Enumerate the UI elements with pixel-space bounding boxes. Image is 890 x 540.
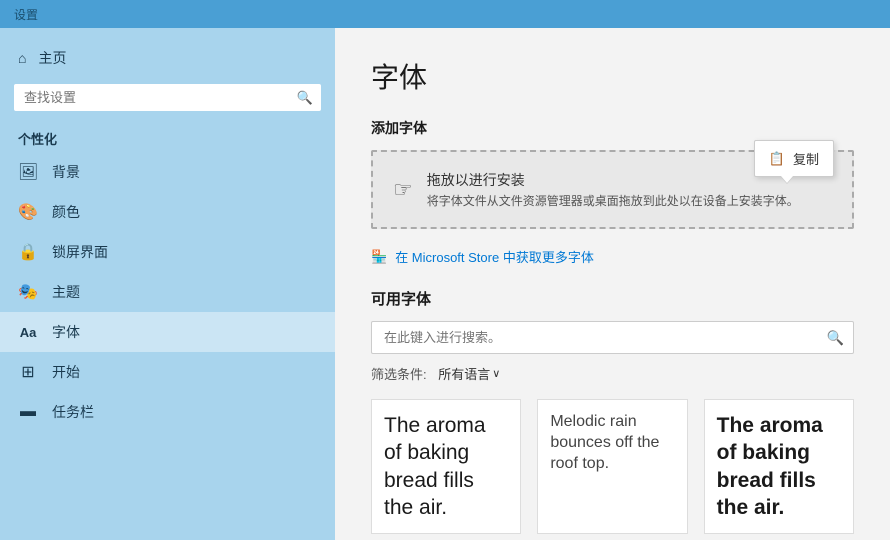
sidebar-item-background-label: 背景 <box>52 162 80 182</box>
sidebar-item-lockscreen[interactable]: 🔒 锁屏界面 <box>0 232 335 272</box>
store-link-label: 在 Microsoft Store 中获取更多字体 <box>395 247 594 266</box>
sidebar-item-taskbar[interactable]: ▬ 任务栏 <box>0 392 335 432</box>
copy-tooltip[interactable]: 📋 复制 <box>754 140 834 177</box>
sidebar-search-container: 🔍 <box>14 84 321 111</box>
filter-row: 筛选条件: 所有语言 ∨ <box>371 364 854 383</box>
sidebar-item-home[interactable]: ⌂ 主页 <box>0 38 335 78</box>
sidebar-item-lockscreen-label: 锁屏界面 <box>52 242 108 262</box>
store-link[interactable]: 🏪 在 Microsoft Store 中获取更多字体 <box>371 247 854 266</box>
font-preview-text-1: The aroma of baking bread fills the air. <box>384 412 508 521</box>
search-icon: 🔍 <box>297 90 313 106</box>
taskbar-icon: ▬ <box>18 403 38 421</box>
sidebar-item-font-label: 字体 <box>52 322 80 342</box>
add-fonts-title: 添加字体 <box>371 118 854 138</box>
font-preview-text-3: The aroma of baking bread fills the air. <box>717 412 841 521</box>
top-bar: 设置 <box>0 0 890 28</box>
drop-zone-title: 拖放以进行安装 <box>427 170 799 190</box>
drop-zone-cursor-icon: ☞ <box>393 177 413 203</box>
drop-zone-wrapper: ☞ 拖放以进行安装 将字体文件从文件资源管理器或桌面拖放到此处以在设备上安装字体… <box>371 150 854 229</box>
color-icon: 🎨 <box>18 202 38 222</box>
filter-chevron-icon: ∨ <box>492 367 500 380</box>
sidebar-section-label: 个性化 <box>0 121 335 152</box>
sidebar-item-color[interactable]: 🎨 颜色 <box>0 192 335 232</box>
main-content: 字体 添加字体 ☞ 拖放以进行安装 将字体文件从文件资源管理器或桌面拖放到此处以… <box>335 28 890 540</box>
lockscreen-icon: 🔒 <box>18 242 38 262</box>
start-icon: ⊞ <box>18 362 38 382</box>
sidebar-search-input[interactable] <box>14 84 321 111</box>
filter-value-button[interactable]: 所有语言 ∨ <box>438 364 500 383</box>
font-search-bar: 🔍 <box>371 321 854 354</box>
top-bar-label: 设置 <box>14 6 38 23</box>
sidebar-home-label: 主页 <box>38 48 66 68</box>
home-icon: ⌂ <box>18 50 26 66</box>
font-search-icon: 🔍 <box>827 329 844 346</box>
filter-value-text: 所有语言 <box>438 364 490 383</box>
font-preview-card-2[interactable]: Melodic rain bounces off the roof top. <box>537 399 687 534</box>
sidebar-item-start-label: 开始 <box>52 362 80 382</box>
page-title: 字体 <box>371 56 854 96</box>
sidebar-item-background[interactable]: 🖼 背景 <box>0 152 335 192</box>
font-icon: Aa <box>18 325 38 340</box>
sidebar-item-theme-label: 主题 <box>52 282 80 302</box>
available-fonts-title: 可用字体 <box>371 288 854 309</box>
copy-icon: 📋 <box>769 151 785 167</box>
font-preview-card-3[interactable]: The aroma of baking bread fills the air. <box>704 399 854 534</box>
drop-zone-text-container: 拖放以进行安装 将字体文件从文件资源管理器或桌面拖放到此处以在设备上安装字体。 <box>427 170 799 209</box>
font-preview-card-1[interactable]: The aroma of baking bread fills the air. <box>371 399 521 534</box>
font-preview-text-2: Melodic rain bounces off the roof top. <box>550 412 674 474</box>
sidebar: ⌂ 主页 🔍 个性化 🖼 背景 🎨 颜色 🔒 锁屏界面 🎭 主题 Aa 字体 <box>0 28 335 540</box>
font-search-input[interactable] <box>371 321 854 354</box>
background-icon: 🖼 <box>18 162 38 182</box>
sidebar-item-font[interactable]: Aa 字体 <box>0 312 335 352</box>
theme-icon: 🎭 <box>18 282 38 302</box>
sidebar-item-start[interactable]: ⊞ 开始 <box>0 352 335 392</box>
sidebar-item-taskbar-label: 任务栏 <box>52 402 94 422</box>
sidebar-item-theme[interactable]: 🎭 主题 <box>0 272 335 312</box>
copy-tooltip-label: 复制 <box>793 149 819 168</box>
font-preview-grid: The aroma of baking bread fills the air.… <box>371 399 854 534</box>
sidebar-item-color-label: 颜色 <box>52 202 80 222</box>
drop-zone-subtitle: 将字体文件从文件资源管理器或桌面拖放到此处以在设备上安装字体。 <box>427 192 799 209</box>
filter-label: 筛选条件: <box>371 364 427 383</box>
store-icon: 🏪 <box>371 249 387 265</box>
